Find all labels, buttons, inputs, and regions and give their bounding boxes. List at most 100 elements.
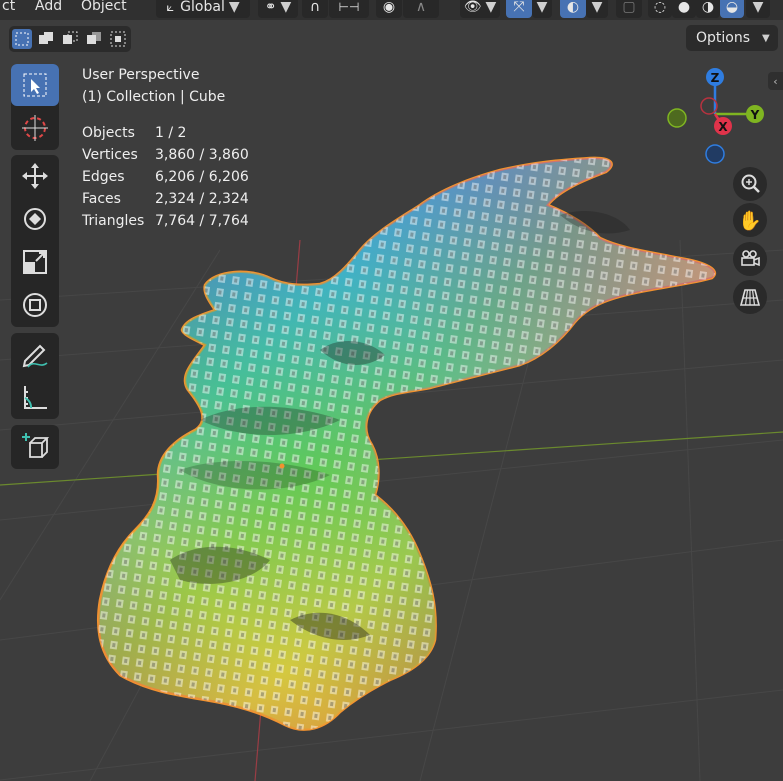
toolbar-annotate-group xyxy=(11,333,59,419)
eye-icon: 👁 xyxy=(463,0,482,15)
overlays-icon: ◐ xyxy=(566,0,580,15)
material-sphere-icon: ◑ xyxy=(701,0,715,15)
chevron-down-icon: ▼ xyxy=(762,32,770,44)
solid-sphere-icon: ● xyxy=(677,0,691,15)
select-intersect-mode[interactable] xyxy=(108,29,128,49)
annotate-pencil-icon xyxy=(22,344,48,368)
sidebar-collapse-toggle[interactable]: ‹ xyxy=(768,72,783,90)
x-axis-line xyxy=(0,431,783,486)
stat-value: 2,324 / 2,324 xyxy=(155,191,249,207)
stat-row: Edges 6,206 / 6,206 xyxy=(82,166,249,188)
transform-orientation-dropdown[interactable]: ⟀ Global ▼ xyxy=(156,0,250,18)
stat-label: Edges xyxy=(82,169,125,185)
chevron-left-icon: ‹ xyxy=(773,74,778,88)
gizmo-z-label: Z xyxy=(711,71,720,85)
snap-increment-icon: ⊢⊣ xyxy=(338,0,360,14)
gizmo-y-label: Y xyxy=(750,108,760,122)
toolbar-transform-group xyxy=(11,155,59,327)
menu-object[interactable]: Object xyxy=(81,0,127,14)
origin-point xyxy=(279,463,285,469)
transform-icon xyxy=(23,293,47,317)
measure-ruler-icon xyxy=(24,386,47,409)
gizmo-dropdown[interactable]: ▼ xyxy=(532,0,552,18)
proportional-icon: ◉ xyxy=(382,0,396,15)
stat-value: 3,860 / 3,860 xyxy=(155,147,249,163)
stat-value: 6,206 / 6,206 xyxy=(155,169,249,185)
menu-view-partial[interactable]: ct xyxy=(2,0,15,14)
magnet-icon: ∩ xyxy=(309,0,321,15)
stat-label: Vertices xyxy=(82,147,138,163)
tool-move[interactable] xyxy=(11,155,59,197)
xray-icon: ▢ xyxy=(622,0,636,15)
falloff-curve-icon: ∧ xyxy=(415,0,427,15)
tool-transform[interactable] xyxy=(11,284,59,326)
stat-row: Triangles 7,764 / 7,764 xyxy=(82,210,249,232)
tool-annotate[interactable] xyxy=(11,333,59,375)
stat-row: Vertices 3,860 / 3,860 xyxy=(82,144,249,166)
tool-measure[interactable] xyxy=(11,376,59,418)
perspective-toggle-button[interactable] xyxy=(733,280,767,314)
camera-view-button[interactable] xyxy=(733,242,767,276)
stat-label: Faces xyxy=(82,191,121,207)
cursor-icon xyxy=(22,115,48,141)
select-box-icon xyxy=(23,73,47,97)
options-dropdown[interactable]: Options ▼ xyxy=(686,25,778,51)
overlays-toggle[interactable]: ◐ xyxy=(560,0,586,18)
chevron-down-icon: ▼ xyxy=(591,0,603,15)
stat-value: 1 / 2 xyxy=(155,125,187,141)
toolbar-select-group xyxy=(11,64,59,150)
grid-perspective-icon xyxy=(739,289,761,306)
pivot-point-dropdown[interactable]: ⚭ ▼ xyxy=(258,0,298,18)
proportional-editing-toggle[interactable]: ◉ xyxy=(376,0,402,18)
pivot-icon: ⚭ xyxy=(264,0,277,15)
navigation-gizmo[interactable]: Z Y X xyxy=(662,62,772,172)
chevron-down-icon: ▼ xyxy=(280,0,292,15)
transform-orientation-value: Global xyxy=(180,0,225,15)
snap-toggle[interactable]: ∩ xyxy=(302,0,328,18)
view-name: User Perspective xyxy=(82,67,200,83)
chevron-down-icon: ▼ xyxy=(752,0,764,15)
tool-select-box[interactable] xyxy=(11,64,59,106)
gizmo-toggle[interactable]: ⤧ xyxy=(506,0,532,18)
shading-solid[interactable]: ● xyxy=(672,0,696,18)
xray-toggle[interactable]: ▢ xyxy=(616,0,642,18)
visibility-dropdown[interactable]: 👁 ▼ xyxy=(460,0,500,18)
overlays-dropdown[interactable]: ▼ xyxy=(586,0,608,18)
stat-label: Triangles xyxy=(82,213,145,229)
header-bar: ct Add Object ⟀ Global ▼ ⚭ ▼ ∩ ⊢⊣ ◉ ∧ 👁 ▼ … xyxy=(0,0,783,20)
rotate-icon xyxy=(24,208,46,230)
shading-rendered[interactable]: ◒ xyxy=(720,0,744,18)
snap-target-dropdown[interactable]: ⊢⊣ xyxy=(329,0,369,18)
gizmo-icon: ⤧ xyxy=(513,0,525,15)
shading-wireframe[interactable]: ◌ xyxy=(648,0,672,18)
shading-material[interactable]: ◑ xyxy=(696,0,720,18)
shading-dropdown[interactable]: ▼ xyxy=(746,0,770,18)
cube-mesh xyxy=(96,156,716,731)
move-arrows-icon xyxy=(22,163,48,189)
viewport-info: User Perspective (1) Collection | Cube O… xyxy=(82,64,249,232)
selection-mode-group xyxy=(9,26,131,52)
menu-add[interactable]: Add xyxy=(35,0,62,14)
scale-icon xyxy=(23,250,47,274)
falloff-dropdown[interactable]: ∧ xyxy=(403,0,439,18)
tool-rotate[interactable] xyxy=(11,198,59,240)
tool-cursor[interactable] xyxy=(11,107,59,149)
stat-row: Objects 1 / 2 xyxy=(82,122,249,144)
pan-button[interactable]: ✋ xyxy=(733,203,767,237)
select-invert-mode[interactable] xyxy=(84,29,104,49)
select-new-mode[interactable] xyxy=(12,29,32,49)
gizmo-x-label: X xyxy=(718,120,728,134)
stat-label: Objects xyxy=(82,125,135,141)
chevron-down-icon: ▼ xyxy=(485,0,497,15)
tool-scale[interactable] xyxy=(11,241,59,283)
stat-value: 7,764 / 7,764 xyxy=(155,213,249,229)
select-subtract-mode[interactable] xyxy=(60,29,80,49)
tool-add-cube[interactable] xyxy=(11,425,59,467)
zoom-icon xyxy=(741,174,760,193)
orientation-icon: ⟀ xyxy=(166,0,175,15)
chevron-down-icon: ▼ xyxy=(536,0,548,15)
select-extend-mode[interactable] xyxy=(36,29,56,49)
zoom-button[interactable] xyxy=(733,167,767,201)
hand-icon: ✋ xyxy=(738,209,762,232)
stat-row: Faces 2,324 / 2,324 xyxy=(82,188,249,210)
